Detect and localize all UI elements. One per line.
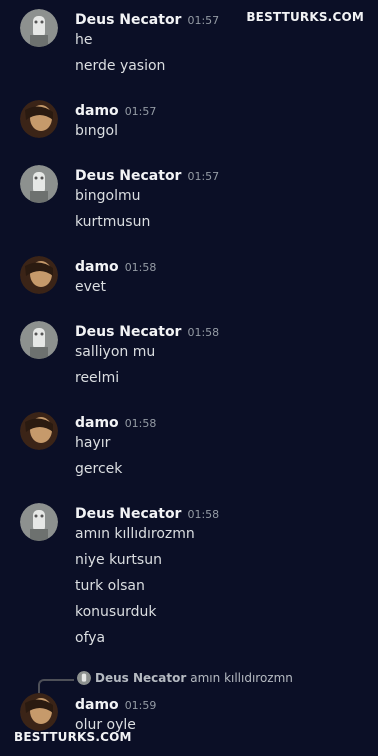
reply-preview[interactable]: Deus Necator amın kıllıdırozmn <box>77 671 293 685</box>
message-text: he <box>75 32 93 48</box>
username[interactable]: Deus Necator <box>75 12 181 28</box>
message-text: konusurduk <box>75 604 157 620</box>
timestamp: 01:58 <box>124 417 157 430</box>
message-text: niye kurtsun <box>75 552 162 568</box>
timestamp: 01:59 <box>124 699 157 712</box>
username[interactable]: Deus Necator <box>75 506 181 522</box>
reply-connector <box>38 679 74 693</box>
avatar[interactable] <box>20 503 58 541</box>
avatar[interactable] <box>20 9 58 47</box>
timestamp: 01:58 <box>187 508 220 521</box>
username[interactable]: damo <box>75 415 119 431</box>
timestamp: 01:57 <box>187 14 220 27</box>
username[interactable]: Deus Necator <box>75 168 181 184</box>
message-text: bıngol <box>75 123 118 139</box>
username[interactable]: damo <box>75 259 119 275</box>
watermark: BESTTURKS.COM <box>14 730 132 744</box>
message-text: ofya <box>75 630 106 646</box>
message-text: hayır <box>75 435 111 451</box>
reply-username[interactable]: Deus Necator <box>95 671 186 685</box>
username[interactable]: damo <box>75 103 119 119</box>
message-text: nerde yasion <box>75 58 166 74</box>
avatar[interactable] <box>20 321 58 359</box>
message-text: reelmi <box>75 370 120 386</box>
message-text: gercek <box>75 461 123 477</box>
avatar[interactable] <box>20 693 58 731</box>
avatar[interactable] <box>20 165 58 203</box>
username[interactable]: damo <box>75 697 119 713</box>
timestamp: 01:58 <box>187 326 220 339</box>
timestamp: 01:58 <box>124 261 157 274</box>
message-text: bingolmu <box>75 188 141 204</box>
message-text: turk olsan <box>75 578 145 594</box>
reply-text[interactable]: amın kıllıdırozmn <box>190 671 293 685</box>
avatar[interactable] <box>20 412 58 450</box>
timestamp: 01:57 <box>124 105 157 118</box>
message-text: amın kıllıdırozmn <box>75 526 195 542</box>
username[interactable]: Deus Necator <box>75 324 181 340</box>
timestamp: 01:57 <box>187 170 220 183</box>
message-text: kurtmusun <box>75 214 151 230</box>
message-text: salliyon mu <box>75 344 156 360</box>
message-text: evet <box>75 279 107 295</box>
avatar[interactable] <box>20 256 58 294</box>
chat-message-list[interactable]: BESTTURKS.COM Deus Necator 01:57 he nerde… <box>0 0 378 756</box>
watermark: BESTTURKS.COM <box>246 10 364 24</box>
reply-avatar <box>77 671 91 685</box>
avatar[interactable] <box>20 100 58 138</box>
